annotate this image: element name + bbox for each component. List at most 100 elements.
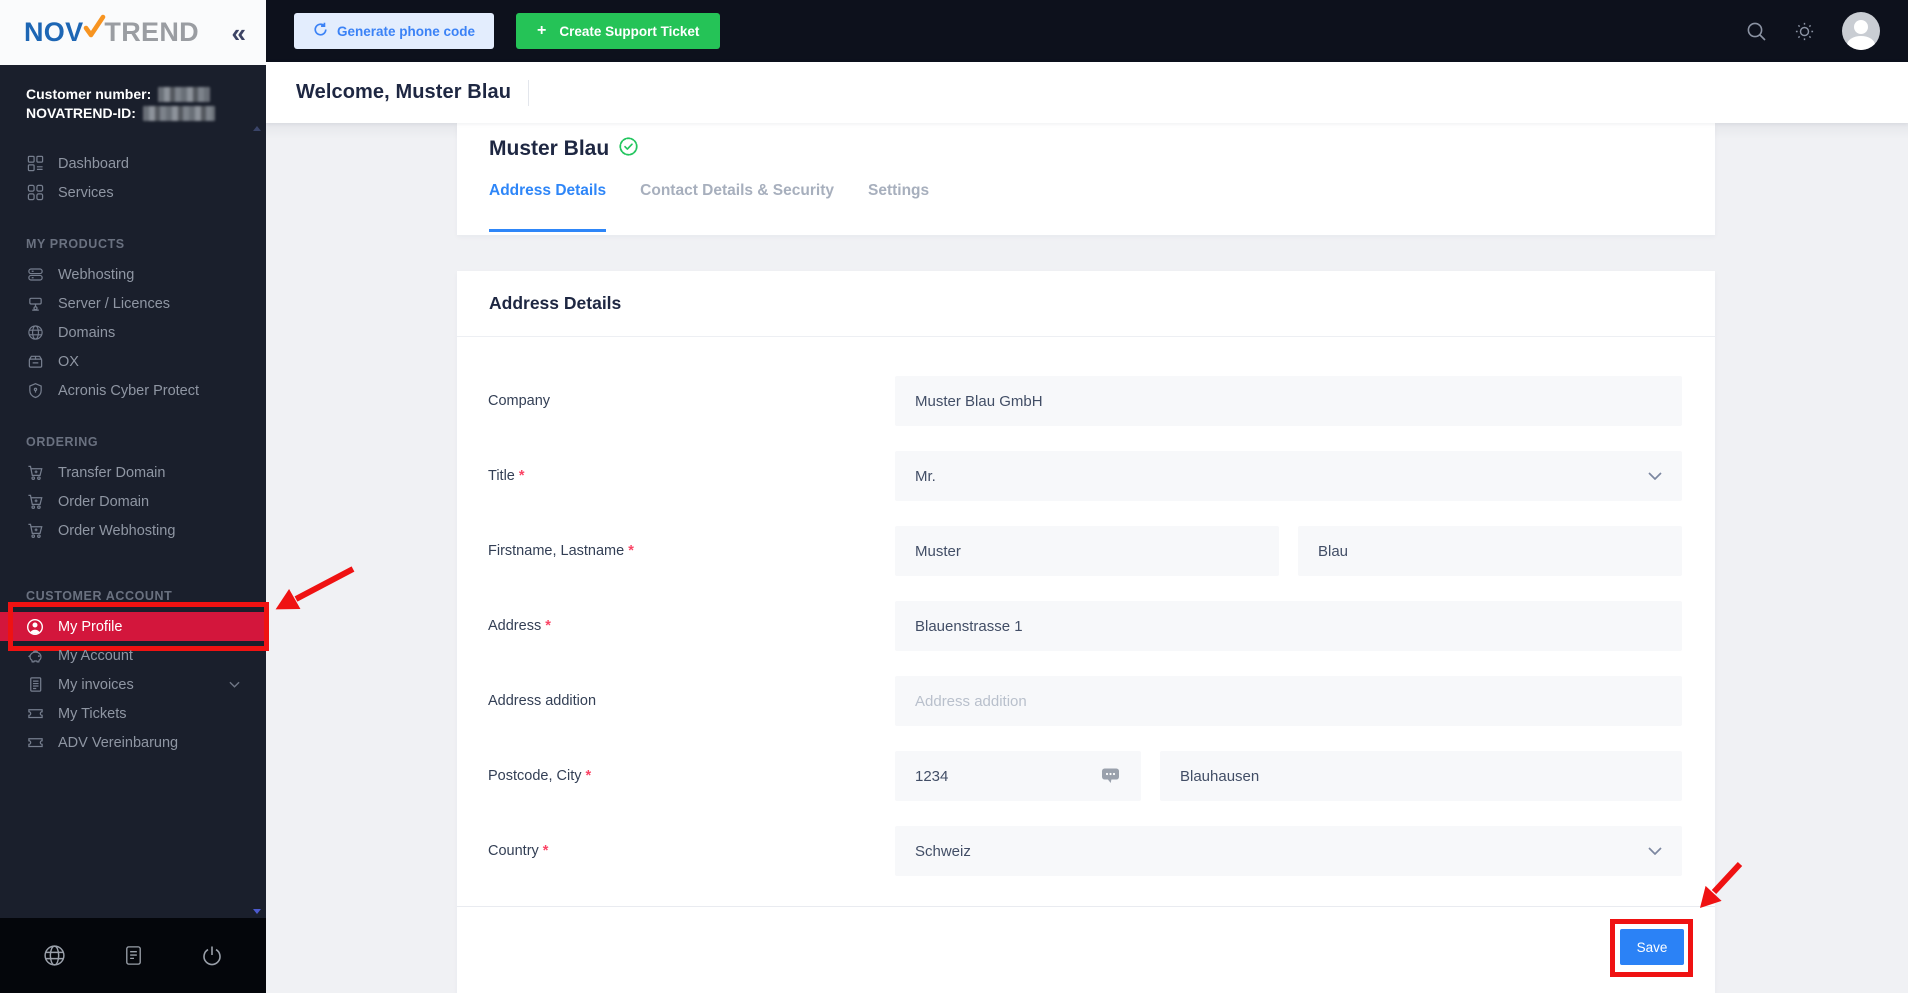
sidebar-item-adv-vereinbarung[interactable]: ADV Vereinbarung [0, 728, 266, 757]
field-label: Company [488, 393, 551, 409]
sidebar-item-server-licences[interactable]: Server / Licences [0, 289, 266, 318]
globe-icon[interactable] [42, 943, 67, 968]
tab-address-details[interactable]: Address Details [489, 182, 607, 232]
sidebar-item-label: My invoices [58, 676, 134, 693]
generate-phone-code-label: Generate phone code [337, 23, 476, 39]
sidebar-footer [0, 918, 266, 993]
title-divider [528, 79, 530, 106]
company-field[interactable] [895, 376, 1682, 426]
postcode-input[interactable] [915, 767, 1093, 785]
comment-bubble-icon [1101, 767, 1121, 785]
address-form: Company Title* Mr. [457, 337, 1715, 876]
logo-box: NOV TREND « [0, 0, 266, 65]
sidebar-item-webhosting[interactable]: Webhosting [0, 260, 266, 289]
required-marker: * [628, 543, 634, 559]
sidebar-item-order-webhosting[interactable]: Order Webhosting [0, 516, 266, 545]
sidebar-collapse-icon[interactable]: « [232, 20, 246, 46]
sidebar-item-ox[interactable]: OX [0, 347, 266, 376]
sidebar-item-my-account[interactable]: My Account [0, 641, 266, 670]
chevron-down-icon [229, 681, 240, 688]
topbar-right [1746, 12, 1880, 50]
logo-text-trend: TREND [104, 17, 199, 47]
invoice-icon [26, 676, 44, 694]
company-input[interactable] [915, 392, 1662, 410]
webhosting-icon [26, 266, 44, 284]
sidebar-item-label: Domains [58, 324, 116, 341]
sidebar-item-label: My Profile [58, 618, 123, 635]
firstname-input[interactable] [915, 542, 1259, 560]
shield-icon [26, 382, 44, 400]
city-field[interactable] [1160, 751, 1682, 801]
address-addition-field[interactable] [895, 676, 1682, 726]
form-row-postcode-city: Postcode, City * [488, 751, 1682, 801]
services-icon [26, 184, 44, 202]
sidebar-item-label: Server / Licences [58, 295, 171, 312]
lastname-field[interactable] [1298, 526, 1682, 576]
cart-plus-icon [26, 493, 44, 511]
sidebar-item-my-profile[interactable]: My Profile [0, 566, 355, 651]
sidebar-item-label: Acronis Cyber Protect [58, 382, 200, 399]
sidebar-item-label: ADV Vereinbarung [58, 734, 179, 751]
country-select-value: Schweiz [915, 842, 971, 860]
lastname-input[interactable] [1318, 542, 1662, 560]
domains-globe-icon [26, 324, 44, 342]
sidebar-item-my-tickets[interactable]: My Tickets [0, 699, 266, 728]
sidebar-item-services[interactable]: Services [0, 178, 266, 207]
card-footer: Save [457, 861, 1743, 977]
sidebar-item-order-domain[interactable]: Order Domain [0, 487, 266, 516]
sidebar-item-my-invoices[interactable]: My invoices [0, 670, 266, 699]
tab-contact-details-security[interactable]: Contact Details & Security [640, 182, 834, 232]
content-area: Muster Blau Address Details Contact Deta… [266, 123, 1908, 993]
profile-header-card: Muster Blau Address Details Contact Deta… [457, 123, 1715, 235]
create-support-ticket-button[interactable]: + Create Support Ticket [516, 13, 721, 49]
sidebar-item-label: OX [58, 353, 79, 370]
sidebar-item-domains[interactable]: Domains [0, 318, 266, 347]
sidebar-item-label: Order Domain [58, 493, 150, 510]
form-row-country: Country * Schweiz [488, 826, 1682, 876]
sidebar-item-acronis[interactable]: Acronis Cyber Protect [0, 376, 266, 405]
theme-brightness-icon[interactable] [1794, 21, 1815, 42]
page-title: Welcome, Muster Blau [296, 81, 512, 103]
address-input[interactable] [915, 617, 1662, 635]
scroll-down-icon[interactable] [253, 909, 261, 914]
address-field[interactable] [895, 601, 1682, 651]
notes-icon[interactable] [122, 944, 145, 967]
ticket-icon [26, 705, 44, 723]
topbar: Generate phone code + Create Support Tic… [266, 0, 1908, 62]
save-button[interactable]: Save [1620, 929, 1684, 965]
title-select[interactable]: Mr. [895, 451, 1682, 501]
firstname-field[interactable] [895, 526, 1279, 576]
form-row-name: Firstname, Lastname * [488, 526, 1682, 576]
power-icon[interactable] [200, 944, 224, 968]
required-marker: * [585, 768, 592, 784]
postcode-field[interactable] [895, 751, 1141, 801]
profile-name: Muster Blau [489, 137, 610, 160]
field-label: Address * [488, 618, 551, 634]
country-select[interactable]: Schweiz [895, 826, 1682, 876]
search-icon[interactable] [1746, 21, 1767, 42]
city-input[interactable] [1180, 767, 1662, 785]
server-licences-icon [26, 295, 44, 313]
logo-text-nov: NOV [24, 17, 84, 47]
required-marker: * [545, 618, 551, 634]
cart-plus-icon [26, 522, 44, 540]
verified-badge-icon [618, 136, 639, 162]
customer-number-label: Customer number: [26, 86, 152, 102]
avatar[interactable] [1842, 12, 1880, 50]
card-title: Address Details [457, 271, 1715, 337]
ticket-icon [26, 734, 44, 752]
save-annotation-frame: Save [1610, 861, 1743, 977]
main-area: Generate phone code + Create Support Tic… [266, 0, 1908, 993]
generate-phone-code-button[interactable]: Generate phone code [294, 13, 495, 49]
scroll-up-icon[interactable] [253, 126, 261, 131]
customer-info: Customer number: NOVATREND-ID: [0, 65, 266, 123]
dashboard-icon [26, 155, 44, 173]
sidebar: NOV TREND « Customer number: NOVATREND-I… [0, 0, 355, 993]
address-addition-input[interactable] [915, 692, 1662, 710]
tab-settings[interactable]: Settings [868, 182, 929, 232]
user-circle-icon [26, 618, 44, 636]
sidebar-item-dashboard[interactable]: Dashboard [0, 149, 266, 178]
sidebar-item-transfer-domain[interactable]: Transfer Domain [0, 458, 266, 487]
required-marker: * [542, 843, 549, 859]
field-label: Country * [488, 843, 549, 859]
